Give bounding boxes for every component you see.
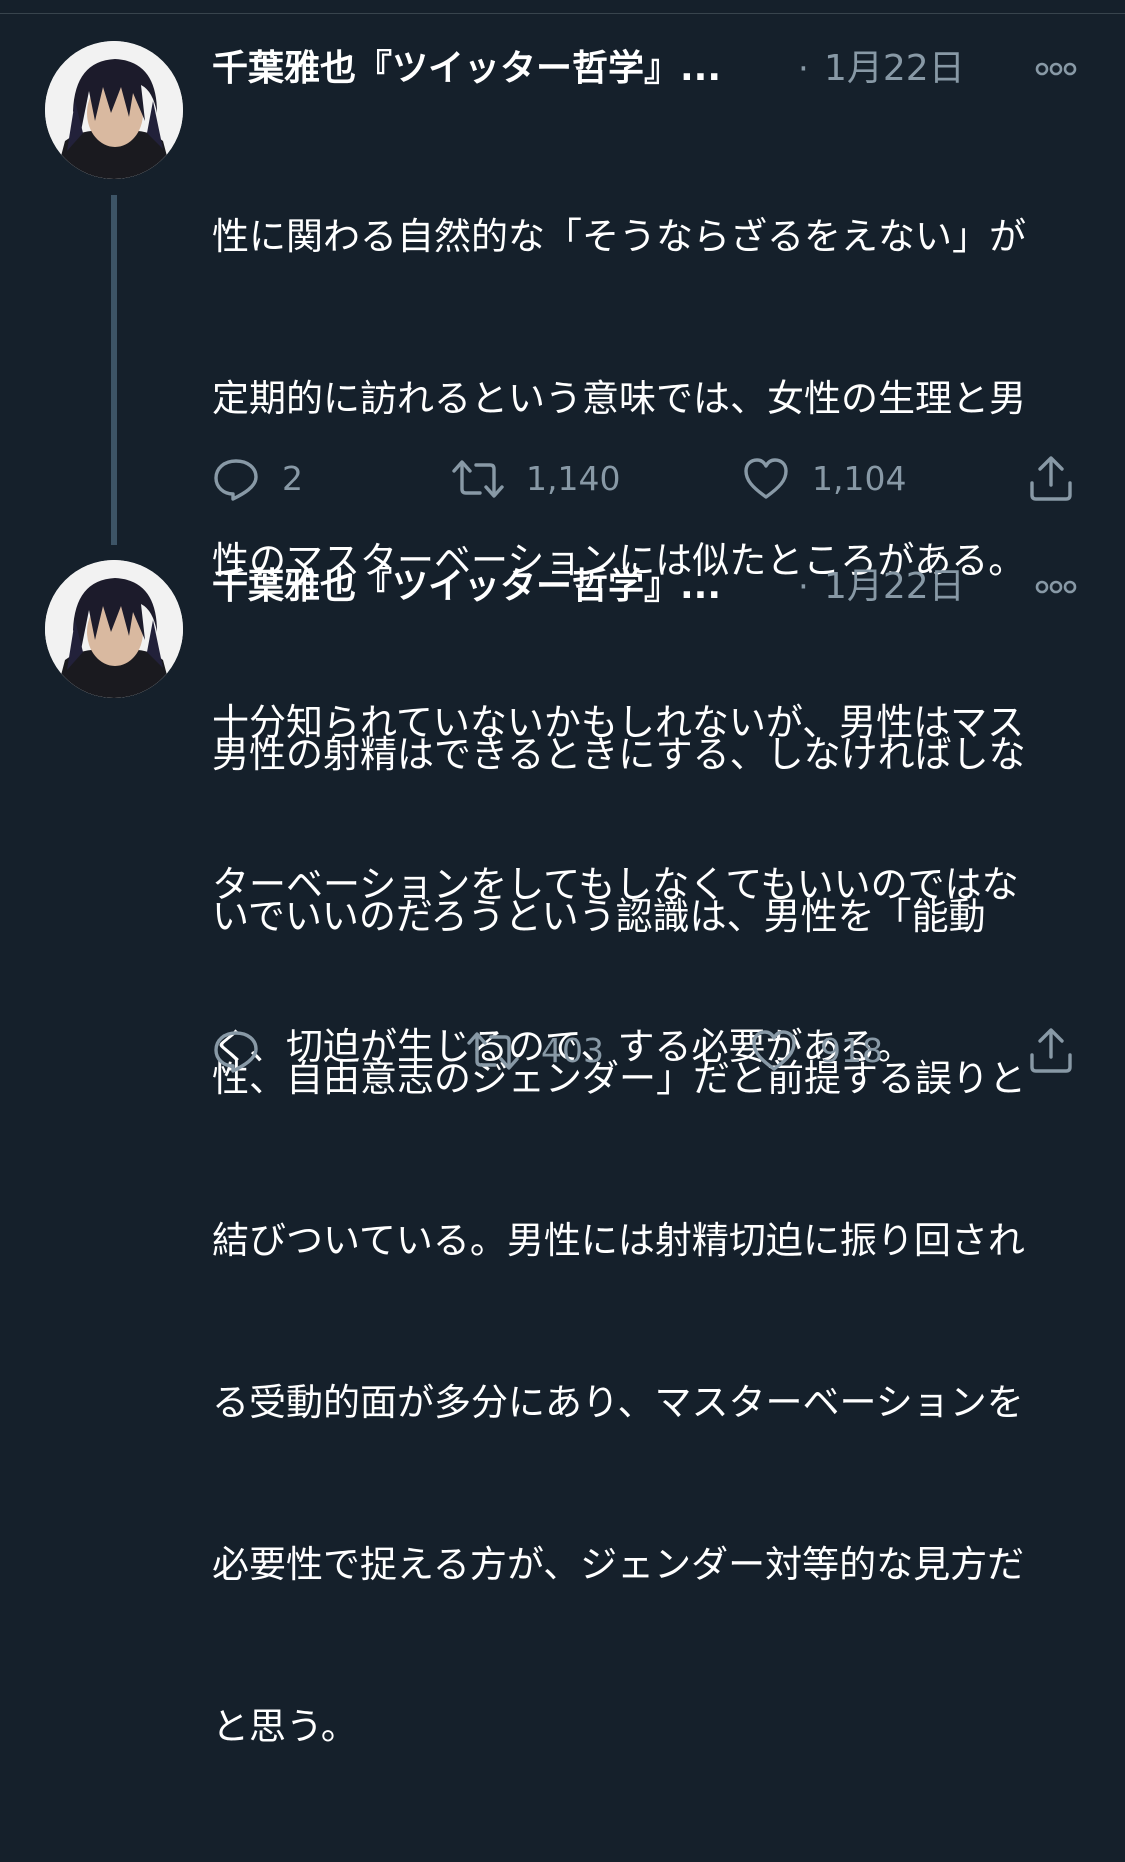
retweet-button[interactable]: 403 xyxy=(467,1021,604,1081)
heart-icon xyxy=(750,1027,798,1075)
avatar[interactable] xyxy=(45,41,183,179)
heart-icon xyxy=(742,455,790,503)
retweet-button[interactable]: 1,140 xyxy=(452,449,620,509)
tweet-actions: 403 918 xyxy=(212,1021,1082,1081)
top-divider xyxy=(0,0,1125,14)
reply-bubble-icon xyxy=(212,1027,260,1075)
tweet-header: 千葉雅也『ツイッター哲学』... · 1月22日 xyxy=(212,557,1082,617)
separator-dot: · xyxy=(798,567,809,607)
tweet-text-line: いでいいのだろうという認識は、男性を「能動 xyxy=(212,895,986,938)
tweet-text-line: 性に関わる自然的な「そうならざるをえない」が xyxy=(212,215,1026,258)
separator-dot: · xyxy=(798,49,809,89)
thread-connector-line xyxy=(111,195,117,545)
tweet-text-line: 定期的に訪れるという意味では、女性の生理と男 xyxy=(212,377,1026,420)
tweet-actions: 2 1,140 1,104 xyxy=(212,449,1082,509)
retweet-count: 403 xyxy=(541,1031,604,1070)
share-button[interactable] xyxy=(1027,1021,1075,1081)
like-button[interactable]: 1,104 xyxy=(742,449,906,509)
tweet-text-line: る受動的面が多分にあり、マスターベーションを xyxy=(212,1381,1024,1424)
retweet-icon xyxy=(467,1027,519,1075)
retweet-icon xyxy=(452,455,504,503)
tweet-text-line: 男性の射精はできるときにする、しなければしな xyxy=(212,733,1026,776)
reply-count: 2 xyxy=(282,459,303,498)
like-count: 1,104 xyxy=(812,459,907,498)
share-icon xyxy=(1027,1027,1075,1075)
timestamp[interactable]: 1月22日 xyxy=(824,39,965,99)
display-name[interactable]: 千葉雅也『ツイッター哲学』... xyxy=(212,39,721,99)
more-horizontal-icon[interactable] xyxy=(1030,557,1082,617)
tweet-text-line: 結びついている。男性には射精切迫に振り回され xyxy=(212,1219,1025,1262)
tweet-text: 男性の射精はできるときにする、しなければしな いでいいのだろうという認識は、男性… xyxy=(212,620,1082,1862)
tweet-text-line: と思う。 xyxy=(212,1705,358,1748)
share-button[interactable] xyxy=(1027,449,1075,509)
reply-button[interactable]: 2 xyxy=(212,449,303,509)
tweet-text-line: 必要性で捉える方が、ジェンダー対等的な見方だ xyxy=(212,1543,1025,1586)
display-name[interactable]: 千葉雅也『ツイッター哲学』... xyxy=(212,557,721,617)
like-button[interactable]: 918 xyxy=(750,1021,883,1081)
retweet-count: 1,140 xyxy=(526,459,621,498)
reply-bubble-icon xyxy=(212,455,260,503)
more-horizontal-icon[interactable] xyxy=(1030,39,1082,99)
reply-button[interactable] xyxy=(212,1021,282,1081)
like-count: 918 xyxy=(820,1031,883,1070)
tweet-header: 千葉雅也『ツイッター哲学』... · 1月22日 xyxy=(212,39,1082,99)
avatar[interactable] xyxy=(45,560,183,698)
timestamp[interactable]: 1月22日 xyxy=(824,557,965,617)
share-icon xyxy=(1027,455,1075,503)
